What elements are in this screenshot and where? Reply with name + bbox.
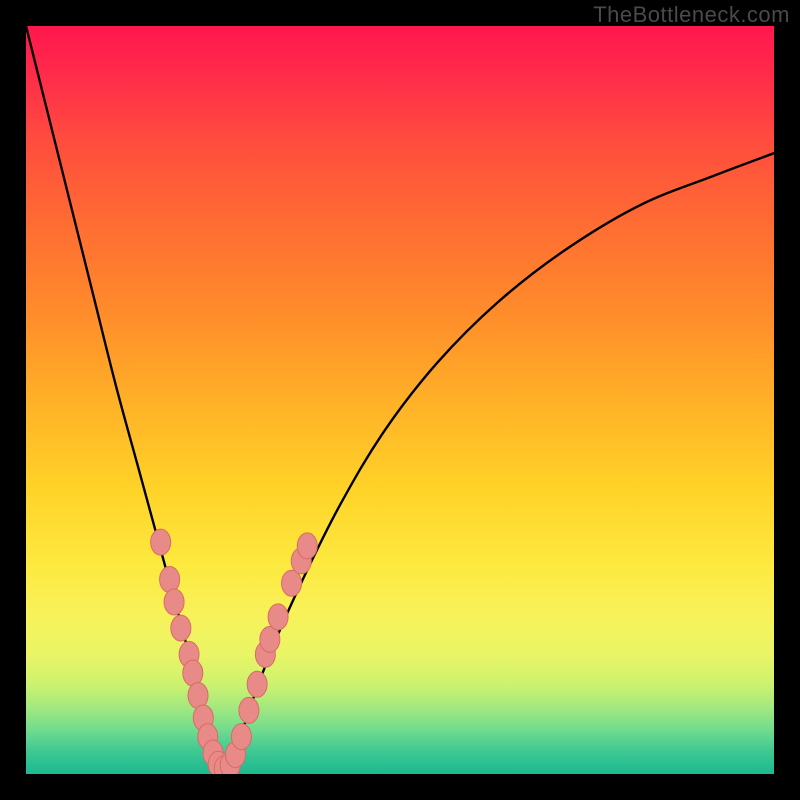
watermark-text: TheBottleneck.com <box>593 2 790 28</box>
plot-area <box>26 26 774 774</box>
marker-point <box>160 567 180 593</box>
marker-point <box>171 615 191 641</box>
marker-group <box>151 529 318 774</box>
bottleneck-curve-path <box>26 26 774 770</box>
marker-point <box>268 604 288 630</box>
marker-point <box>247 671 267 697</box>
marker-point <box>151 529 171 555</box>
marker-point <box>183 660 203 686</box>
marker-point <box>297 533 317 559</box>
marker-point <box>282 570 302 596</box>
marker-point <box>239 697 259 723</box>
curve-svg <box>26 26 774 774</box>
chart-container: TheBottleneck.com <box>0 0 800 800</box>
marker-point <box>188 682 208 708</box>
marker-point <box>164 589 184 615</box>
marker-point <box>231 724 251 750</box>
